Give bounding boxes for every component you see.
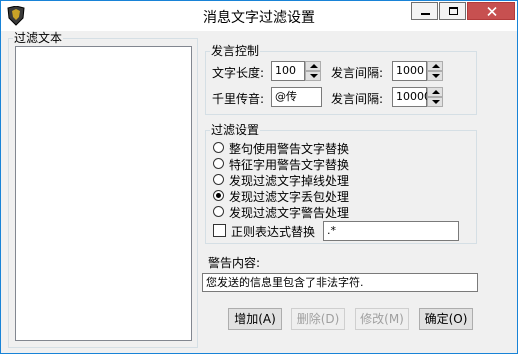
spin-up-icon[interactable] [427, 61, 443, 71]
option-label[interactable]: 特征字用警告文字替换 [229, 156, 349, 173]
maximize-icon [449, 7, 458, 15]
option-label[interactable]: 发现过滤文字警告处理 [229, 204, 349, 221]
radio-drop-packet-on-filter[interactable] [213, 190, 224, 201]
radio-feature-char-replace[interactable] [213, 158, 224, 169]
text-length-input[interactable]: 100 [271, 61, 305, 81]
delete-button[interactable]: 删除(D) [291, 308, 345, 330]
long-range-label: 千里传音: [212, 92, 265, 106]
dialog-window: 消息文字过滤设置 过滤文本 发言控制 文字长度: 100 发言间隔: 1000 … [0, 0, 518, 354]
speech-control-title: 发言控制 [210, 44, 261, 58]
title-bar[interactable]: 消息文字过滤设置 [1, 1, 517, 31]
speech-interval-input-2[interactable]: 10000 [392, 87, 431, 107]
text-length-spinner[interactable] [305, 61, 321, 81]
close-icon [487, 7, 497, 16]
radio-whole-sentence-replace[interactable] [213, 142, 224, 153]
option-label[interactable]: 发现过滤文字丢包处理 [229, 188, 349, 205]
speech-interval-label-2: 发言间隔: [331, 92, 384, 106]
add-button[interactable]: 增加(A) [228, 308, 282, 330]
speech-interval-label-1: 发言间隔: [331, 66, 384, 80]
spin-down-icon[interactable] [427, 97, 443, 107]
spin-down-icon[interactable] [427, 71, 443, 81]
speech-interval-spinner-1[interactable] [427, 61, 443, 81]
filter-text-list[interactable] [15, 46, 192, 341]
ok-button[interactable]: 确定(O) [419, 308, 473, 330]
warning-label: 警告内容: [208, 256, 261, 270]
regex-checkbox[interactable] [213, 224, 226, 237]
text-length-label: 文字长度: [212, 66, 265, 80]
close-button[interactable] [467, 2, 515, 20]
speech-interval-input-1[interactable]: 1000 [392, 61, 427, 81]
warning-input[interactable]: 您发送的信息里包含了非法字符. [202, 273, 478, 292]
option-label[interactable]: 整句使用警告文字替换 [229, 140, 349, 157]
regex-label[interactable]: 正则表达式替换 [231, 223, 315, 240]
spin-up-icon[interactable] [305, 61, 321, 71]
filter-settings-title: 过滤设置 [210, 123, 261, 137]
minimize-icon [421, 13, 430, 15]
long-range-input[interactable]: @传 [271, 87, 322, 107]
speech-interval-spinner-2[interactable] [427, 87, 443, 107]
radio-warn-on-filter[interactable] [213, 206, 224, 217]
option-label[interactable]: 发现过滤文字掉线处理 [229, 172, 349, 189]
filter-text-group-title: 过滤文本 [13, 31, 64, 45]
regex-input[interactable]: .* [323, 221, 459, 241]
minimize-button[interactable] [411, 2, 438, 20]
modify-button[interactable]: 修改(M) [355, 308, 409, 330]
radio-disconnect-on-filter[interactable] [213, 174, 224, 185]
spin-up-icon[interactable] [427, 87, 443, 97]
spin-down-icon[interactable] [305, 71, 321, 81]
maximize-button[interactable] [439, 2, 466, 20]
